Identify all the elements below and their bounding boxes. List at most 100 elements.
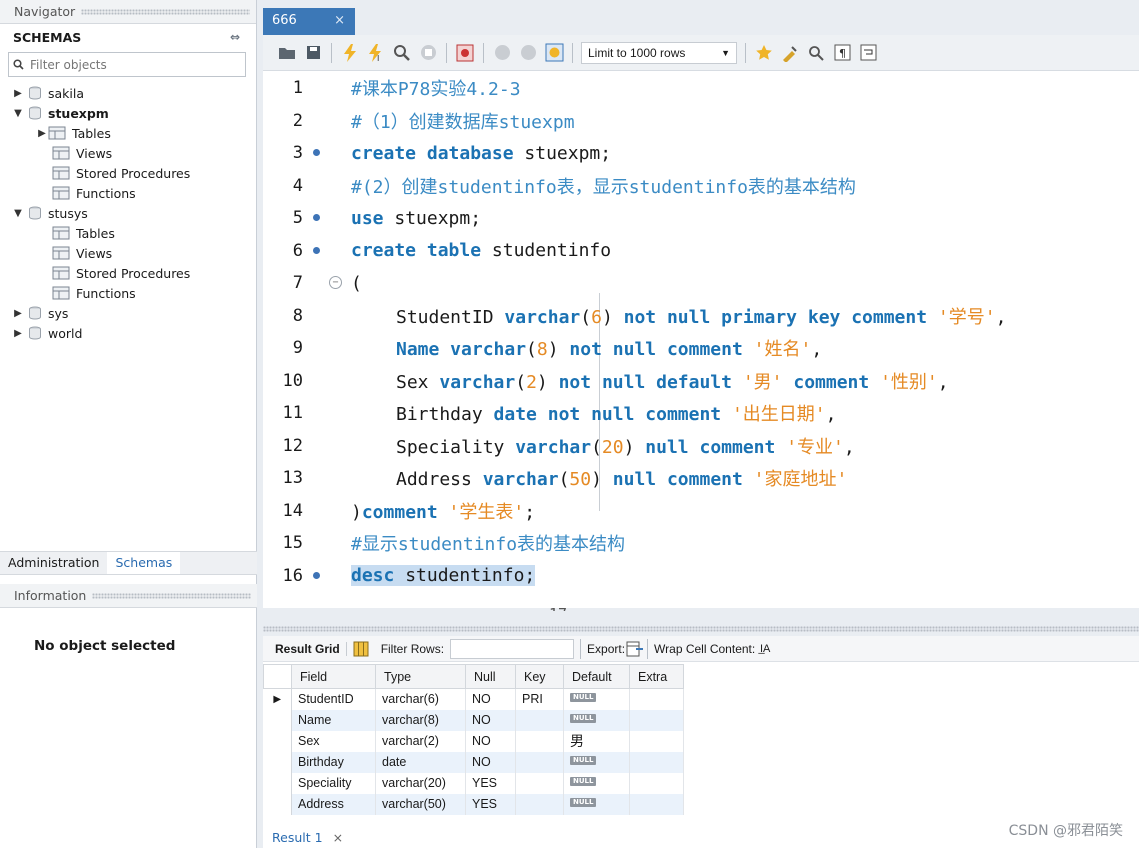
filter-objects-box[interactable]	[8, 52, 246, 77]
filter-rows-input[interactable]	[450, 638, 575, 659]
tree-item-tables[interactable]: ▶ Tables	[0, 123, 256, 143]
refresh-icon[interactable]: ⇔	[230, 30, 240, 44]
cell-field[interactable]: Sex	[291, 730, 376, 752]
explain-icon[interactable]	[392, 43, 412, 63]
wrap-cell-icon[interactable]: I̲A	[755, 639, 775, 659]
tab-schemas[interactable]: Schemas	[107, 552, 181, 574]
cell-key[interactable]	[515, 709, 564, 731]
schema-world[interactable]: ▶ world	[0, 323, 256, 343]
cell-type[interactable]: varchar(8)	[375, 709, 466, 731]
collapse-arrow-icon[interactable]: ▼	[12, 108, 24, 119]
cell-extra[interactable]	[629, 709, 684, 731]
tree-item-functions[interactable]: Functions	[0, 283, 256, 303]
cell-null[interactable]: YES	[465, 772, 516, 794]
open-folder-icon[interactable]	[277, 43, 297, 63]
panel-grip[interactable]	[81, 8, 250, 15]
cell-null[interactable]: NO	[465, 688, 516, 710]
cell-null[interactable]: NO	[465, 709, 516, 731]
close-tab-icon[interactable]: ×	[333, 830, 343, 845]
execute-current-icon[interactable]: I	[366, 43, 386, 63]
table-row[interactable]: Sex varchar(2) NO 男	[263, 730, 684, 752]
rollback-icon[interactable]	[518, 43, 538, 63]
table-row[interactable]: Birthday date NO NULL	[263, 751, 684, 773]
tree-item-stored-procedures[interactable]: Stored Procedures	[0, 263, 256, 283]
cell-extra[interactable]	[629, 688, 684, 710]
cell-field[interactable]: StudentID	[291, 688, 376, 710]
filter-objects-input[interactable]	[30, 57, 245, 72]
cell-extra[interactable]	[629, 793, 684, 815]
invisible-chars-icon[interactable]: ¶	[832, 43, 852, 63]
execute-icon[interactable]	[340, 43, 360, 63]
stop-icon[interactable]	[418, 43, 438, 63]
cell-extra[interactable]	[629, 751, 684, 773]
cell-null[interactable]: NO	[465, 751, 516, 773]
cell-type[interactable]: varchar(6)	[375, 688, 466, 710]
tab-query-666[interactable]: 666 ×	[263, 8, 355, 35]
column-header[interactable]: Key	[515, 664, 564, 689]
limit-rows-select[interactable]: Limit to 1000 rows ▼	[581, 41, 737, 64]
cell-field[interactable]: Name	[291, 709, 376, 731]
export-icon[interactable]	[625, 639, 645, 659]
result-grid-tab[interactable]: Result Grid	[269, 641, 347, 656]
cell-default[interactable]: 男	[563, 730, 630, 752]
panel-grip[interactable]	[92, 592, 251, 599]
schema-stuexpm[interactable]: ▼ stuexpm	[0, 103, 256, 123]
table-row[interactable]: Name varchar(8) NO NULL	[263, 709, 684, 731]
wrap-lines-icon[interactable]	[858, 43, 878, 63]
expand-arrow-icon[interactable]: ▶	[12, 308, 24, 319]
add-snippet-icon[interactable]	[754, 43, 774, 63]
collapse-arrow-icon[interactable]: ▼	[12, 208, 24, 219]
cell-key[interactable]: PRI	[515, 688, 564, 710]
cell-extra[interactable]	[629, 730, 684, 752]
table-row[interactable]: ▶ StudentID varchar(6) NO PRI NULL	[263, 688, 684, 710]
column-header[interactable]: Default	[563, 664, 630, 689]
cell-type[interactable]: varchar(50)	[375, 793, 466, 815]
tree-item-stored-procedures[interactable]: Stored Procedures	[0, 163, 256, 183]
column-header[interactable]: Null	[465, 664, 516, 689]
schema-sys[interactable]: ▶ sys	[0, 303, 256, 323]
expand-arrow-icon[interactable]: ▶	[12, 88, 24, 99]
expand-arrow-icon[interactable]: ▶	[36, 128, 48, 139]
tree-item-views[interactable]: Views	[0, 143, 256, 163]
autocommit-icon[interactable]	[544, 43, 564, 63]
cell-field[interactable]: Birthday	[291, 751, 376, 773]
result-grid[interactable]: Field Type Null Key Default Extra ▶ Stud…	[263, 664, 684, 815]
cell-default[interactable]: NULL	[563, 709, 630, 731]
cell-type[interactable]: date	[375, 751, 466, 773]
toggle-error-icon[interactable]	[455, 43, 475, 63]
find-icon[interactable]	[806, 43, 826, 63]
cell-key[interactable]	[515, 730, 564, 752]
column-header[interactable]: Field	[291, 664, 376, 689]
grid-layout-icon[interactable]	[351, 639, 371, 659]
table-row[interactable]: Speciality varchar(20) YES NULL	[263, 772, 684, 794]
column-header[interactable]: Extra	[629, 664, 684, 689]
code-area[interactable]: 1 #课本P78实验4.2-3 2 #（1）创建数据库stuexpm 3 create…	[263, 72, 1139, 592]
tree-item-functions[interactable]: Functions	[0, 183, 256, 203]
schema-stusys[interactable]: ▼ stusys	[0, 203, 256, 223]
tab-administration[interactable]: Administration	[0, 552, 107, 574]
cell-type[interactable]: varchar(20)	[375, 772, 466, 794]
expand-arrow-icon[interactable]: ▶	[12, 328, 24, 339]
cell-key[interactable]	[515, 772, 564, 794]
cell-null[interactable]: YES	[465, 793, 516, 815]
cell-key[interactable]	[515, 751, 564, 773]
beautify-icon[interactable]	[780, 43, 800, 63]
cell-default[interactable]: NULL	[563, 688, 630, 710]
result-1-tab[interactable]: Result 1 ×	[263, 826, 343, 848]
tree-item-tables[interactable]: Tables	[0, 223, 256, 243]
cell-key[interactable]	[515, 793, 564, 815]
close-tab-icon[interactable]: ×	[334, 8, 345, 34]
table-row[interactable]: Address varchar(50) YES NULL	[263, 793, 684, 815]
cell-default[interactable]: NULL	[563, 751, 630, 773]
cell-default[interactable]: NULL	[563, 772, 630, 794]
cell-default[interactable]: NULL	[563, 793, 630, 815]
cell-type[interactable]: varchar(2)	[375, 730, 466, 752]
results-splitter[interactable]	[263, 626, 1139, 632]
tree-item-views[interactable]: Views	[0, 243, 256, 263]
cell-null[interactable]: NO	[465, 730, 516, 752]
cell-field[interactable]: Address	[291, 793, 376, 815]
schema-sakila[interactable]: ▶ sakila	[0, 83, 256, 103]
column-header[interactable]: Type	[375, 664, 466, 689]
cell-extra[interactable]	[629, 772, 684, 794]
commit-icon[interactable]	[492, 43, 512, 63]
